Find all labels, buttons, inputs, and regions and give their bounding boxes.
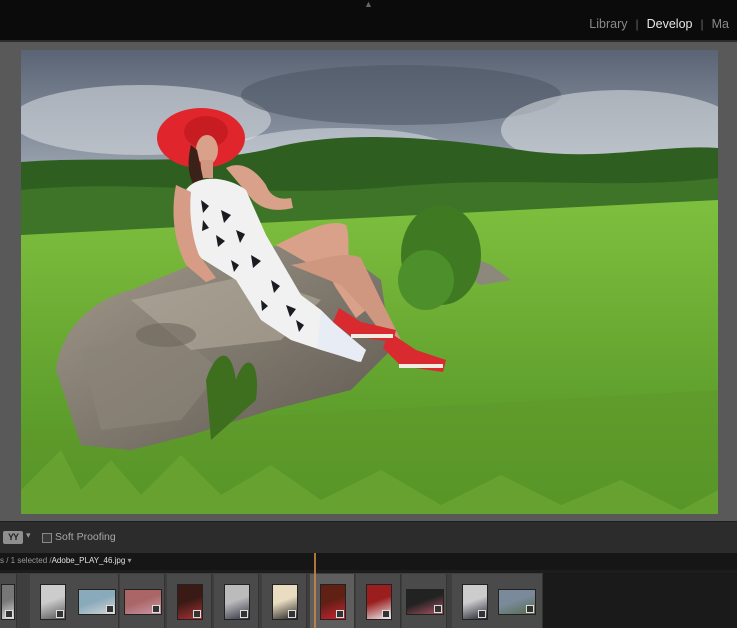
photo-image: [21, 50, 718, 514]
filmstrip: s / 1 selected /Adobe_PLAY_46.jpg ▾: [0, 553, 737, 628]
edit-badge-icon: [240, 610, 248, 618]
filmstrip-cell[interactable]: [214, 574, 259, 628]
filmstrip-cell[interactable]: [402, 574, 447, 628]
develop-workspace: [0, 42, 737, 521]
filename-dropdown-icon[interactable]: ▾: [125, 556, 132, 565]
edit-badge-icon: [526, 605, 534, 613]
edit-badge-icon: [106, 605, 114, 613]
filmstrip-cell[interactable]: [310, 574, 355, 628]
view-mode-dropdown-icon[interactable]: ▾: [26, 530, 31, 541]
filmstrip-source-path[interactable]: s / 1 selected /Adobe_PLAY_46.jpg ▾: [0, 556, 132, 565]
module-map[interactable]: Ma: [704, 17, 737, 31]
filmstrip-cell[interactable]: [262, 574, 307, 628]
edit-badge-icon: [152, 605, 160, 613]
main-photo[interactable]: [21, 50, 718, 514]
module-develop[interactable]: Develop: [639, 17, 701, 31]
filmstrip-cell[interactable]: [120, 574, 165, 628]
module-library[interactable]: Library: [581, 17, 635, 31]
filmstrip-empty-area: [543, 573, 737, 628]
soft-proofing-label: Soft Proofing: [55, 531, 116, 543]
before-after-view-button[interactable]: YY: [3, 531, 23, 544]
edit-badge-icon: [382, 610, 390, 618]
filmstrip-cell[interactable]: [30, 574, 75, 628]
selected-filename: Adobe_PLAY_46.jpg: [51, 556, 126, 565]
edit-badge-icon: [193, 610, 201, 618]
edit-badge-icon: [5, 610, 13, 618]
module-list: Library | Develop | Ma: [581, 17, 737, 31]
filmstrip-cell[interactable]: [0, 574, 17, 628]
filmstrip-header: s / 1 selected /Adobe_PLAY_46.jpg ▾: [0, 553, 737, 570]
develop-toolbar: YY ▾ Soft Proofing: [0, 521, 737, 553]
edit-badge-icon: [288, 610, 296, 618]
edit-badge-icon: [434, 605, 442, 613]
soft-proofing-checkbox[interactable]: [42, 533, 52, 543]
filmstrip-playhead: [314, 553, 316, 628]
filmstrip-cell[interactable]: [167, 574, 212, 628]
filmstrip-cell[interactable]: [74, 574, 119, 628]
module-picker-bar: ▲ Library | Develop | Ma: [0, 0, 737, 40]
edit-badge-icon: [56, 610, 64, 618]
selection-count: s / 1 selected /: [0, 556, 52, 565]
panel-toggle-arrow-icon[interactable]: ▲: [364, 0, 373, 9]
edit-badge-icon: [478, 610, 486, 618]
filmstrip-cell[interactable]: [452, 574, 497, 628]
filmstrip-cell[interactable]: [494, 574, 543, 628]
edit-badge-icon: [336, 610, 344, 618]
filmstrip-cell[interactable]: [356, 574, 401, 628]
